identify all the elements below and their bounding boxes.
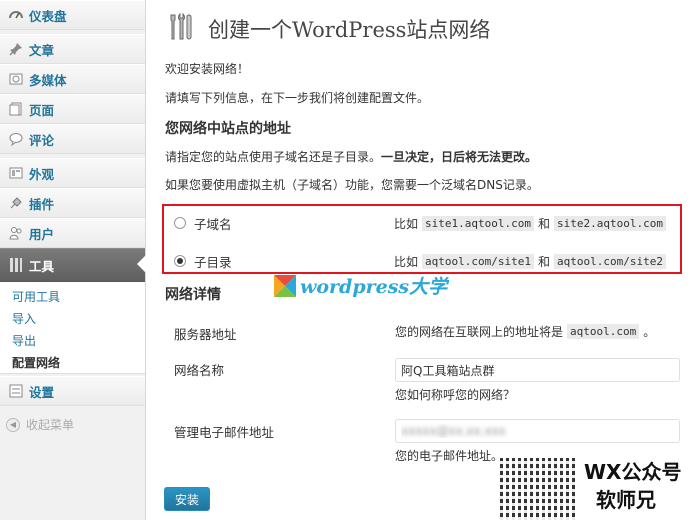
wechat-line2: 软师兄 xyxy=(596,488,656,512)
submenu-network-setup[interactable]: 配置网络 xyxy=(0,352,145,374)
wpdaxue-logo-text: wordpress大学 xyxy=(300,276,448,298)
media-icon xyxy=(8,71,24,87)
wechat-watermark: WX公众号 软师兄 xyxy=(584,458,681,514)
example-join: 和 xyxy=(537,216,550,231)
admin-sidebar: 仪表盘 文章 多媒体 页面 评论 外观 插件 用户 工具 可用工具 导入 导出 … xyxy=(0,0,146,520)
wordpress-daxue-watermark: wordpress大学 xyxy=(274,272,447,299)
page-icon xyxy=(8,101,24,117)
menu-settings[interactable]: 设置 xyxy=(0,376,145,406)
menu-pages[interactable]: 页面 xyxy=(0,94,145,124)
option-label: 子域名 xyxy=(194,216,232,232)
plugin-icon xyxy=(8,195,24,211)
wechat-line1: WX公众号 xyxy=(584,460,682,484)
radio-subdomain[interactable] xyxy=(174,217,186,229)
server-address-suffix: 。 xyxy=(643,325,656,339)
page-header: 创建一个WordPress站点网络 xyxy=(166,12,490,45)
example-join: 和 xyxy=(537,254,550,269)
main-content: 创建一个WordPress站点网络 欢迎安装网络！ 请填写下列信息，在下一步我们… xyxy=(146,0,700,520)
wpdaxue-logo-icon xyxy=(274,274,296,297)
tools-submenu: 可用工具 导入 导出 配置网络 xyxy=(0,282,145,374)
menu-plugins[interactable]: 插件 xyxy=(0,188,145,218)
menu-media[interactable]: 多媒体 xyxy=(0,64,145,94)
admin-email-hint: 您的电子邮件地址。 xyxy=(395,449,504,463)
site-address-options: 子域名 比如 site1.aqtool.com 和 site2.aqtool.c… xyxy=(162,204,682,274)
comment-icon xyxy=(8,131,24,147)
users-icon xyxy=(8,225,24,241)
appearance-icon xyxy=(8,165,24,181)
choose-text: 请指定您的站点使用子域名还是子目录。一旦决定，日后将无法更改。 xyxy=(165,148,537,165)
menu-label: 页面 xyxy=(29,102,55,118)
menu-label: 仪表盘 xyxy=(29,8,67,24)
menu-dashboard[interactable]: 仪表盘 xyxy=(0,0,145,30)
example-code: aqtool.com/site1 xyxy=(422,253,534,269)
submenu-import[interactable]: 导入 xyxy=(0,308,145,330)
menu-label: 工具 xyxy=(29,258,55,274)
qr-code-pattern xyxy=(500,458,576,520)
example-code: site1.aqtool.com xyxy=(422,215,534,231)
submenu-available-tools[interactable]: 可用工具 xyxy=(0,286,145,308)
option-subdirectory[interactable]: 子目录 xyxy=(174,251,232,271)
collapse-arrow-icon: ◀ xyxy=(6,417,20,432)
choose-text-main: 请指定您的站点使用子域名还是子目录。 xyxy=(165,150,382,164)
collapse-label: 收起菜单 xyxy=(26,418,75,432)
section-title-addresses: 您网络中站点的地址 xyxy=(165,121,291,137)
menu-label: 插件 xyxy=(29,196,55,212)
menu-label: 外观 xyxy=(29,166,55,182)
vhost-note: 如果您要使用虚拟主机（子域名）功能，您需要一个泛域名DNS记录。 xyxy=(165,178,539,192)
network-name-hint: 您如何称呼您的网络？ xyxy=(395,388,516,402)
server-address-code: aqtool.com xyxy=(567,324,640,339)
option-subdomain[interactable]: 子域名 xyxy=(174,213,232,233)
menu-label: 设置 xyxy=(29,384,55,400)
welcome-text: 欢迎安装网络！ xyxy=(165,62,250,76)
install-button[interactable]: 安装 xyxy=(164,487,210,511)
admin-email-input[interactable] xyxy=(395,419,680,443)
section-title-details: 网络详情 xyxy=(165,287,221,303)
example-code: site2.aqtool.com xyxy=(554,215,666,231)
tools-large-icon xyxy=(166,12,196,45)
server-address-value: 您的网络在互联网上的地址将是 aqtool.com 。 xyxy=(395,323,655,340)
option-label: 子目录 xyxy=(194,254,232,270)
example-prefix: 比如 xyxy=(394,216,419,231)
tools-icon xyxy=(8,257,24,273)
page-title: 创建一个WordPress站点网络 xyxy=(208,17,491,42)
server-address-text: 您的网络在互联网上的地址将是 xyxy=(395,325,564,339)
menu-label: 用户 xyxy=(29,226,55,242)
network-name-input[interactable] xyxy=(395,358,680,382)
settings-icon xyxy=(8,383,24,399)
example-code: aqtool.com/site2 xyxy=(554,253,666,269)
subdirectory-example: 比如 aqtool.com/site1 和 aqtool.com/site2 xyxy=(394,251,670,271)
example-prefix: 比如 xyxy=(394,254,419,269)
dashboard-icon xyxy=(8,7,24,23)
instructions-text: 请填写下列信息，在下一步我们将创建配置文件。 xyxy=(165,91,430,105)
menu-label: 多媒体 xyxy=(29,72,67,88)
network-name-label: 网络名称 xyxy=(174,363,225,378)
admin-email-label: 管理电子邮件地址 xyxy=(174,425,275,440)
menu-comments[interactable]: 评论 xyxy=(0,124,145,154)
menu-posts[interactable]: 文章 xyxy=(0,34,145,64)
menu-tools[interactable]: 工具 xyxy=(0,248,146,282)
radio-subdirectory[interactable] xyxy=(174,255,186,267)
menu-appearance[interactable]: 外观 xyxy=(0,158,145,188)
submenu-export[interactable]: 导出 xyxy=(0,330,145,352)
menu-users[interactable]: 用户 xyxy=(0,218,145,248)
pin-icon xyxy=(8,41,24,57)
server-address-label: 服务器地址 xyxy=(174,327,237,342)
choose-warning: 一旦决定，日后将无法更改。 xyxy=(381,150,538,164)
collapse-menu[interactable]: ◀ 收起菜单 xyxy=(6,416,74,433)
menu-label: 评论 xyxy=(29,132,55,148)
subdomain-example: 比如 site1.aqtool.com 和 site2.aqtool.com xyxy=(394,213,670,233)
menu-label: 文章 xyxy=(29,42,55,58)
